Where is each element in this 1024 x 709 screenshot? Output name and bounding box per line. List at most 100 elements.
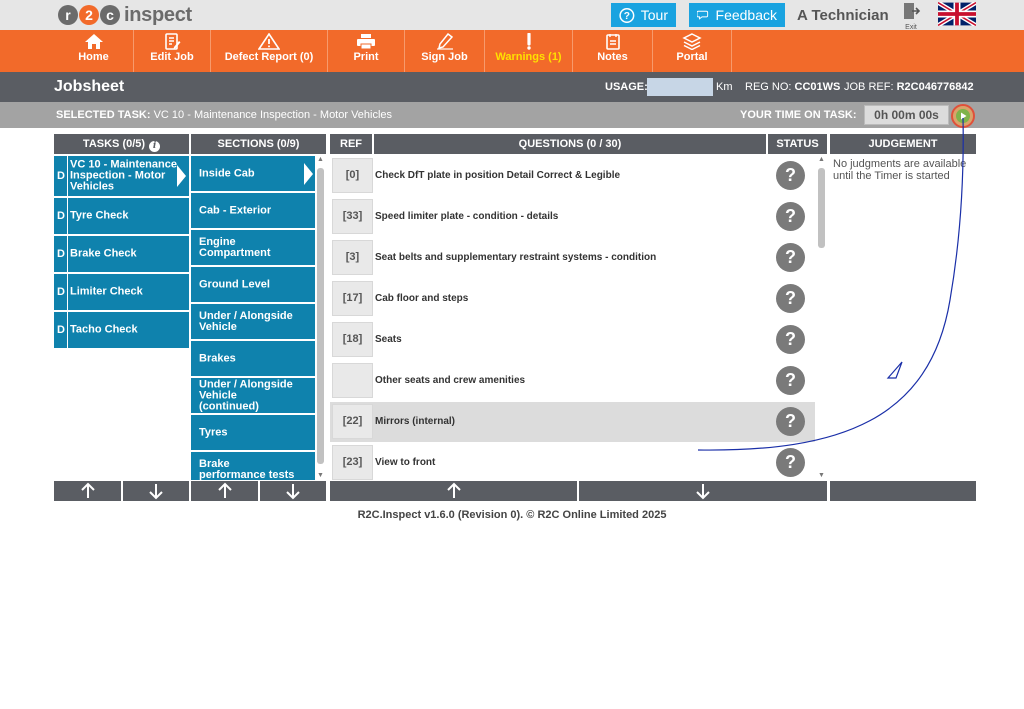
- sections-scrollbar[interactable]: ▲ ▼: [316, 156, 325, 480]
- nav-home-label: Home: [78, 51, 109, 63]
- nav-sign-job-label: Sign Job: [421, 51, 468, 63]
- nav-edit-job[interactable]: Edit Job: [134, 30, 211, 72]
- question-row[interactable]: [17] Cab floor and steps ?: [330, 279, 815, 319]
- task-prefix: D: [57, 248, 65, 260]
- questions-scrollbar[interactable]: ▲ ▼: [815, 156, 827, 480]
- nav-print[interactable]: Print: [328, 30, 405, 72]
- nav-home[interactable]: Home: [54, 30, 134, 72]
- sections-down-button[interactable]: [260, 481, 326, 501]
- task-label: Tacho Check: [70, 323, 138, 336]
- questions-up-button[interactable]: [330, 481, 577, 501]
- status-question-icon[interactable]: ?: [776, 448, 805, 477]
- ref-header: REF: [330, 134, 372, 154]
- question-row[interactable]: [33] Speed limiter plate - condition - d…: [330, 197, 815, 237]
- section-item[interactable]: Tyres: [191, 415, 315, 450]
- exit-button[interactable]: Exit: [900, 1, 922, 31]
- status-question-icon[interactable]: ?: [776, 243, 805, 272]
- section-item[interactable]: Ground Level: [191, 267, 315, 302]
- tour-label: Tour: [640, 7, 668, 23]
- question-row[interactable]: [22] Mirrors (internal) ?: [330, 402, 815, 442]
- nav-portal[interactable]: Portal: [653, 30, 732, 72]
- selected-arrow-icon: [177, 165, 186, 187]
- nav-notes[interactable]: Notes: [573, 30, 653, 72]
- section-item[interactable]: Brakes: [191, 341, 315, 376]
- uk-flag-icon[interactable]: [938, 2, 976, 26]
- section-item[interactable]: Under / Alongside Vehicle (continued): [191, 378, 315, 413]
- question-row[interactable]: [0] Check DfT plate in position Detail C…: [330, 156, 815, 196]
- scroll-down-icon[interactable]: ▼: [817, 472, 826, 480]
- job-ref: JOB REF: R2C046776842: [844, 81, 974, 93]
- task-item[interactable]: D Tacho Check: [54, 312, 189, 348]
- question-row[interactable]: [3] Seat belts and supplementary restrai…: [330, 238, 815, 278]
- start-timer-button[interactable]: [951, 104, 975, 128]
- feedback-button[interactable]: Feedback: [689, 3, 785, 27]
- warning-triangle-icon: [258, 33, 280, 50]
- questions-list: [0] Check DfT plate in position Detail C…: [330, 156, 815, 480]
- question-text: Seat belts and supplementary restraint s…: [375, 252, 657, 263]
- nav-warnings[interactable]: Warnings (1): [485, 30, 573, 72]
- task-prefix: D: [57, 170, 65, 182]
- job-ref-label: JOB REF:: [844, 81, 894, 93]
- question-row[interactable]: Other seats and crew amenities ?: [330, 361, 815, 401]
- question-ref: [17]: [332, 281, 373, 316]
- section-item[interactable]: Under / Alongside Vehicle: [191, 304, 315, 339]
- questions-down-button[interactable]: [579, 481, 827, 501]
- tour-button[interactable]: ? Tour: [611, 3, 676, 27]
- reg-no: REG NO: CC01WS: [745, 81, 840, 93]
- question-row[interactable]: [18] Seats ?: [330, 320, 815, 360]
- section-label: Ground Level: [199, 278, 270, 290]
- user-name: A Technician: [797, 7, 889, 24]
- task-label: Limiter Check: [70, 285, 143, 298]
- task-item[interactable]: D Limiter Check: [54, 274, 189, 310]
- status-question-icon[interactable]: ?: [776, 325, 805, 354]
- task-item[interactable]: D VC 10 - Maintenance Inspection - Motor…: [54, 156, 189, 196]
- printer-icon: [357, 34, 375, 50]
- tasks-down-button[interactable]: [123, 481, 189, 501]
- question-ref: [332, 363, 373, 398]
- time-on-task-value: 0h 00m 00s: [864, 105, 949, 125]
- arrow-up-icon: [217, 482, 232, 498]
- section-item[interactable]: Brake performance tests: [191, 452, 315, 480]
- scroll-down-icon[interactable]: ▼: [316, 472, 325, 480]
- logo: r 2 c inspect: [58, 3, 192, 27]
- selected-task-value: VC 10 - Maintenance Inspection - Motor V…: [153, 109, 393, 121]
- question-row[interactable]: [23] View to front ?: [330, 443, 815, 480]
- status-question-icon[interactable]: ?: [776, 161, 805, 190]
- status-question-icon[interactable]: ?: [776, 366, 805, 395]
- task-item[interactable]: D Brake Check: [54, 236, 189, 272]
- tasks-up-button[interactable]: [54, 481, 121, 501]
- section-label: Under / Alongside Vehicle: [199, 309, 293, 333]
- question-ref: [3]: [332, 240, 373, 275]
- pen-icon: [436, 33, 453, 50]
- time-on-task-label: YOUR TIME ON TASK:: [740, 109, 857, 121]
- nav-defect-report[interactable]: Defect Report (0): [211, 30, 328, 72]
- questions-header: QUESTIONS (0 / 30): [374, 134, 766, 154]
- status-question-icon[interactable]: ?: [776, 284, 805, 313]
- nav-sign-job[interactable]: Sign Job: [405, 30, 485, 72]
- usage-input[interactable]: [647, 78, 713, 96]
- scroll-up-icon[interactable]: ▲: [316, 156, 325, 164]
- question-ref: [33]: [332, 199, 373, 234]
- sections-scroll-thumb[interactable]: [317, 168, 324, 464]
- status-question-icon[interactable]: ?: [776, 202, 805, 231]
- section-label: Cab - Exterior: [199, 204, 272, 216]
- status-question-icon[interactable]: ?: [776, 407, 805, 436]
- tasks-header: TASKS (0/5) i: [54, 134, 189, 154]
- scroll-up-icon[interactable]: ▲: [817, 156, 826, 164]
- section-item[interactable]: Cab - Exterior: [191, 193, 315, 228]
- task-item[interactable]: D Tyre Check: [54, 198, 189, 234]
- sections-up-button[interactable]: [191, 481, 258, 501]
- arrow-down-icon: [696, 484, 710, 500]
- info-icon[interactable]: i: [149, 141, 161, 152]
- section-item[interactable]: Engine Compartment: [191, 230, 315, 265]
- portal-icon: [682, 33, 702, 50]
- questions-scroll-thumb[interactable]: [818, 168, 825, 248]
- judgement-footer-bar: [830, 481, 976, 501]
- section-label: Tyres: [199, 426, 228, 438]
- arrow-down-icon: [149, 484, 163, 500]
- edit-job-icon: [165, 33, 181, 50]
- question-text: Mirrors (internal): [375, 416, 456, 427]
- app-root: r 2 c inspect ? Tour Feedback A Technici…: [0, 0, 1024, 709]
- section-item[interactable]: Inside Cab: [191, 156, 315, 191]
- nav-defect-report-label: Defect Report (0): [224, 51, 314, 63]
